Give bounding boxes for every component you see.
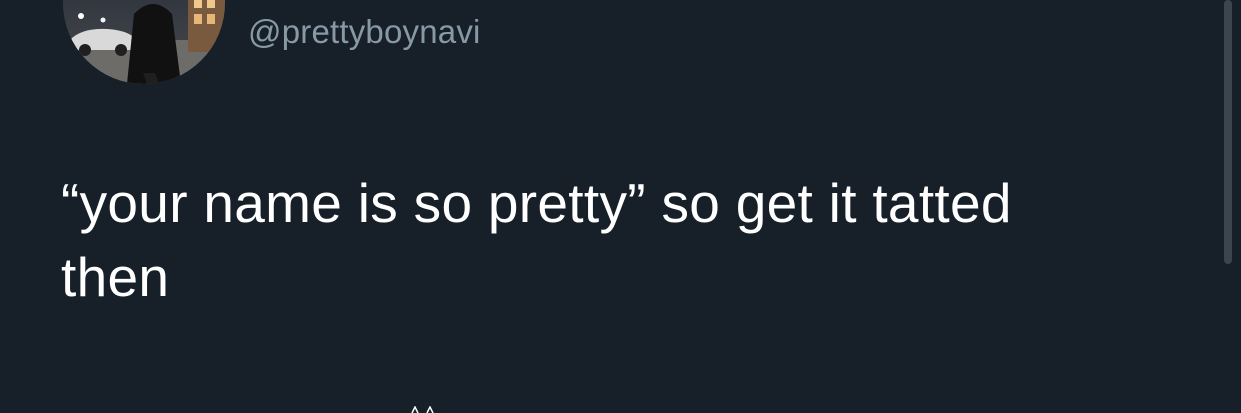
avatar[interactable] — [63, 0, 225, 84]
tweet-text: “your name is so pretty” so get it tatte… — [61, 172, 1028, 308]
scrollbar-thumb[interactable] — [1224, 0, 1232, 264]
avatar-photo — [63, 0, 225, 84]
tweet-card: @prettyboynavi “your name is so pretty” … — [0, 0, 1241, 413]
cropped-text-fragment — [411, 406, 434, 413]
user-handle[interactable]: @prettyboynavi — [248, 10, 481, 54]
